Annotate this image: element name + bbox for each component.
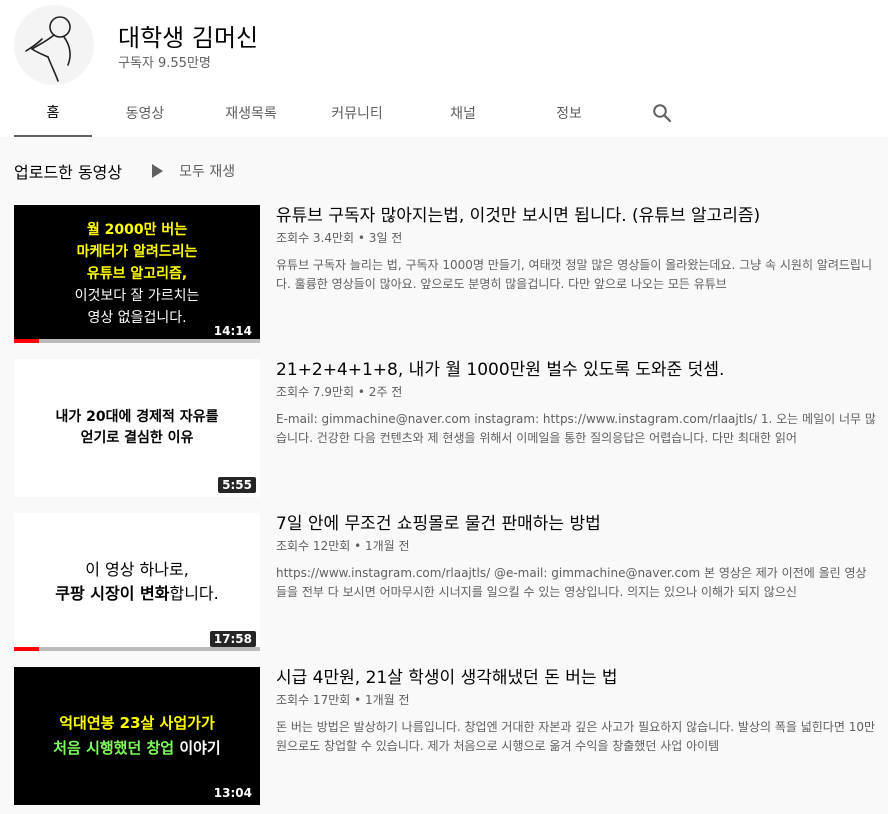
search-button[interactable]: [622, 88, 702, 137]
video-duration: 17:58: [209, 631, 256, 647]
video-meta: 시급 4만원, 21살 학생이 생각해냈던 돈 버는 법 조회수 17만회 • …: [276, 667, 888, 756]
thumbnail-text-line: 처음 시행했던 창업: [53, 739, 175, 757]
tab-videos[interactable]: 동영상: [92, 88, 198, 137]
avatar-sketch-icon: [25, 16, 71, 82]
video-title[interactable]: 유튜브 구독자 많아지는법, 이것만 보시면 됩니다. (유튜브 알고리즘): [276, 205, 888, 227]
video-item: 이 영상 하나로, 쿠팡 시장이 변화합니다. 17:58 7일 안에 무조건 …: [14, 513, 888, 651]
thumbnail-text-line-group: 쿠팡 시장이 변화합니다.: [55, 582, 218, 606]
watch-progress-fill: [14, 339, 39, 343]
tab-home[interactable]: 홈: [14, 88, 92, 137]
tab-playlists[interactable]: 재생목록: [198, 88, 304, 137]
thumbnail-text-line-group: 처음 시행했던 창업 이야기: [53, 736, 220, 761]
video-thumbnail[interactable]: 월 2000만 버는 마케터가 알려드리는 유튜브 알고리즘, 이것보다 잘 가…: [14, 205, 260, 343]
thumbnail-text-line: 영상 없을겁니다.: [87, 310, 187, 326]
channel-avatar[interactable]: [14, 5, 94, 85]
thumbnail-text-line: 내가 20대에 경제적 자유를: [55, 409, 219, 425]
video-thumbnail[interactable]: 억대연봉 23살 사업가가 처음 시행했던 창업 이야기 13:04: [14, 667, 260, 805]
video-title[interactable]: 21+2+4+1+8, 내가 월 1000만원 벌수 있도록 도와준 덧셈.: [276, 359, 888, 381]
watch-progress-bar: [14, 339, 260, 343]
video-item: 월 2000만 버는 마케터가 알려드리는 유튜브 알고리즘, 이것보다 잘 가…: [14, 205, 888, 343]
video-description: 돈 버는 방법은 발상하기 나름입니다. 창업엔 거대한 자본과 깊은 사고가 …: [276, 720, 875, 753]
video-duration: 5:55: [218, 477, 256, 493]
video-description: E-mail: gimmachine@naver.com instagram: …: [276, 412, 876, 445]
section-title[interactable]: 업로드한 동영상: [14, 159, 122, 183]
video-title[interactable]: 7일 안에 무조건 쇼핑몰로 물건 판매하는 방법: [276, 513, 888, 535]
video-meta: 21+2+4+1+8, 내가 월 1000만원 벌수 있도록 도와준 덧셈. 조…: [276, 359, 888, 448]
video-description: https://www.instagram.com/rlaajtls/ @e-m…: [276, 566, 867, 599]
video-stats: 조회수 7.9만회 • 2주 전: [276, 385, 403, 399]
play-all-button[interactable]: 모두 재생: [152, 161, 235, 181]
thumbnail-text-line: 월 2000만 버는: [86, 222, 188, 238]
thumbnail-text-line: 이 영상 하나로,: [85, 560, 189, 579]
video-thumbnail[interactable]: 이 영상 하나로, 쿠팡 시장이 변화합니다. 17:58: [14, 513, 260, 651]
video-title[interactable]: 시급 4만원, 21살 학생이 생각해냈던 돈 버는 법: [276, 667, 888, 689]
video-thumbnail[interactable]: 내가 20대에 경제적 자유를 얻기로 결심한 이유 5:55: [14, 359, 260, 497]
channel-name: 대학생 김머신: [118, 24, 259, 52]
thumbnail-text-line: 합니다.: [169, 584, 219, 603]
channel-tabs: 홈 동영상 재생목록 커뮤니티 채널 정보: [14, 88, 702, 137]
tab-community[interactable]: 커뮤니티: [304, 88, 410, 137]
video-meta: 7일 안에 무조건 쇼핑몰로 물건 판매하는 방법 조회수 12만회 • 1개월…: [276, 513, 888, 602]
video-stats: 조회수 3.4만회 • 3일 전: [276, 231, 403, 245]
thumbnail-text-line: 이것보다 잘 가르치는: [74, 288, 200, 304]
watch-progress-fill: [14, 647, 39, 651]
video-description: 유튜브 구독자 늘리는 법, 구독자 1000명 만들기, 여태껏 정말 많은 …: [276, 258, 873, 291]
video-item: 억대연봉 23살 사업가가 처음 시행했던 창업 이야기 13:04 시급 4만…: [14, 667, 888, 805]
tab-channels[interactable]: 채널: [410, 88, 516, 137]
video-duration: 14:14: [209, 323, 256, 339]
watch-progress-bar: [14, 647, 260, 651]
search-icon: [653, 103, 672, 122]
section-header: 업로드한 동영상 모두 재생: [14, 159, 235, 183]
video-duration: 13:04: [209, 785, 256, 801]
thumbnail-text-line: 억대연봉 23살 사업가가: [59, 714, 215, 732]
play-all-label: 모두 재생: [179, 164, 236, 180]
play-icon: [152, 164, 164, 178]
thumbnail-text-line: 얻기로 결심한 이유: [80, 430, 194, 446]
video-meta: 유튜브 구독자 많아지는법, 이것만 보시면 됩니다. (유튜브 알고리즘) 조…: [276, 205, 888, 294]
video-stats: 조회수 17만회 • 1개월 전: [276, 693, 410, 707]
video-item: 내가 20대에 경제적 자유를 얻기로 결심한 이유 5:55 21+2+4+1…: [14, 359, 888, 497]
uploads-section: 업로드한 동영상 모두 재생 월 2000만 버는 마케터가 알려드리는 유튜브…: [0, 137, 888, 814]
subscriber-count: 구독자 9.55만명: [118, 56, 211, 71]
thumbnail-text-line: 쿠팡 시장이 변화: [55, 584, 170, 603]
video-stats: 조회수 12만회 • 1개월 전: [276, 539, 410, 553]
thumbnail-text-line: 유튜브 알고리즘,: [86, 266, 188, 282]
thumbnail-text-line: 이야기: [174, 739, 221, 757]
thumbnail-text-line: 마케터가 알려드리는: [76, 244, 198, 260]
tab-about[interactable]: 정보: [516, 88, 622, 137]
channel-header: 대학생 김머신 구독자 9.55만명 홈 동영상 재생목록 커뮤니티 채널 정보: [0, 0, 888, 137]
